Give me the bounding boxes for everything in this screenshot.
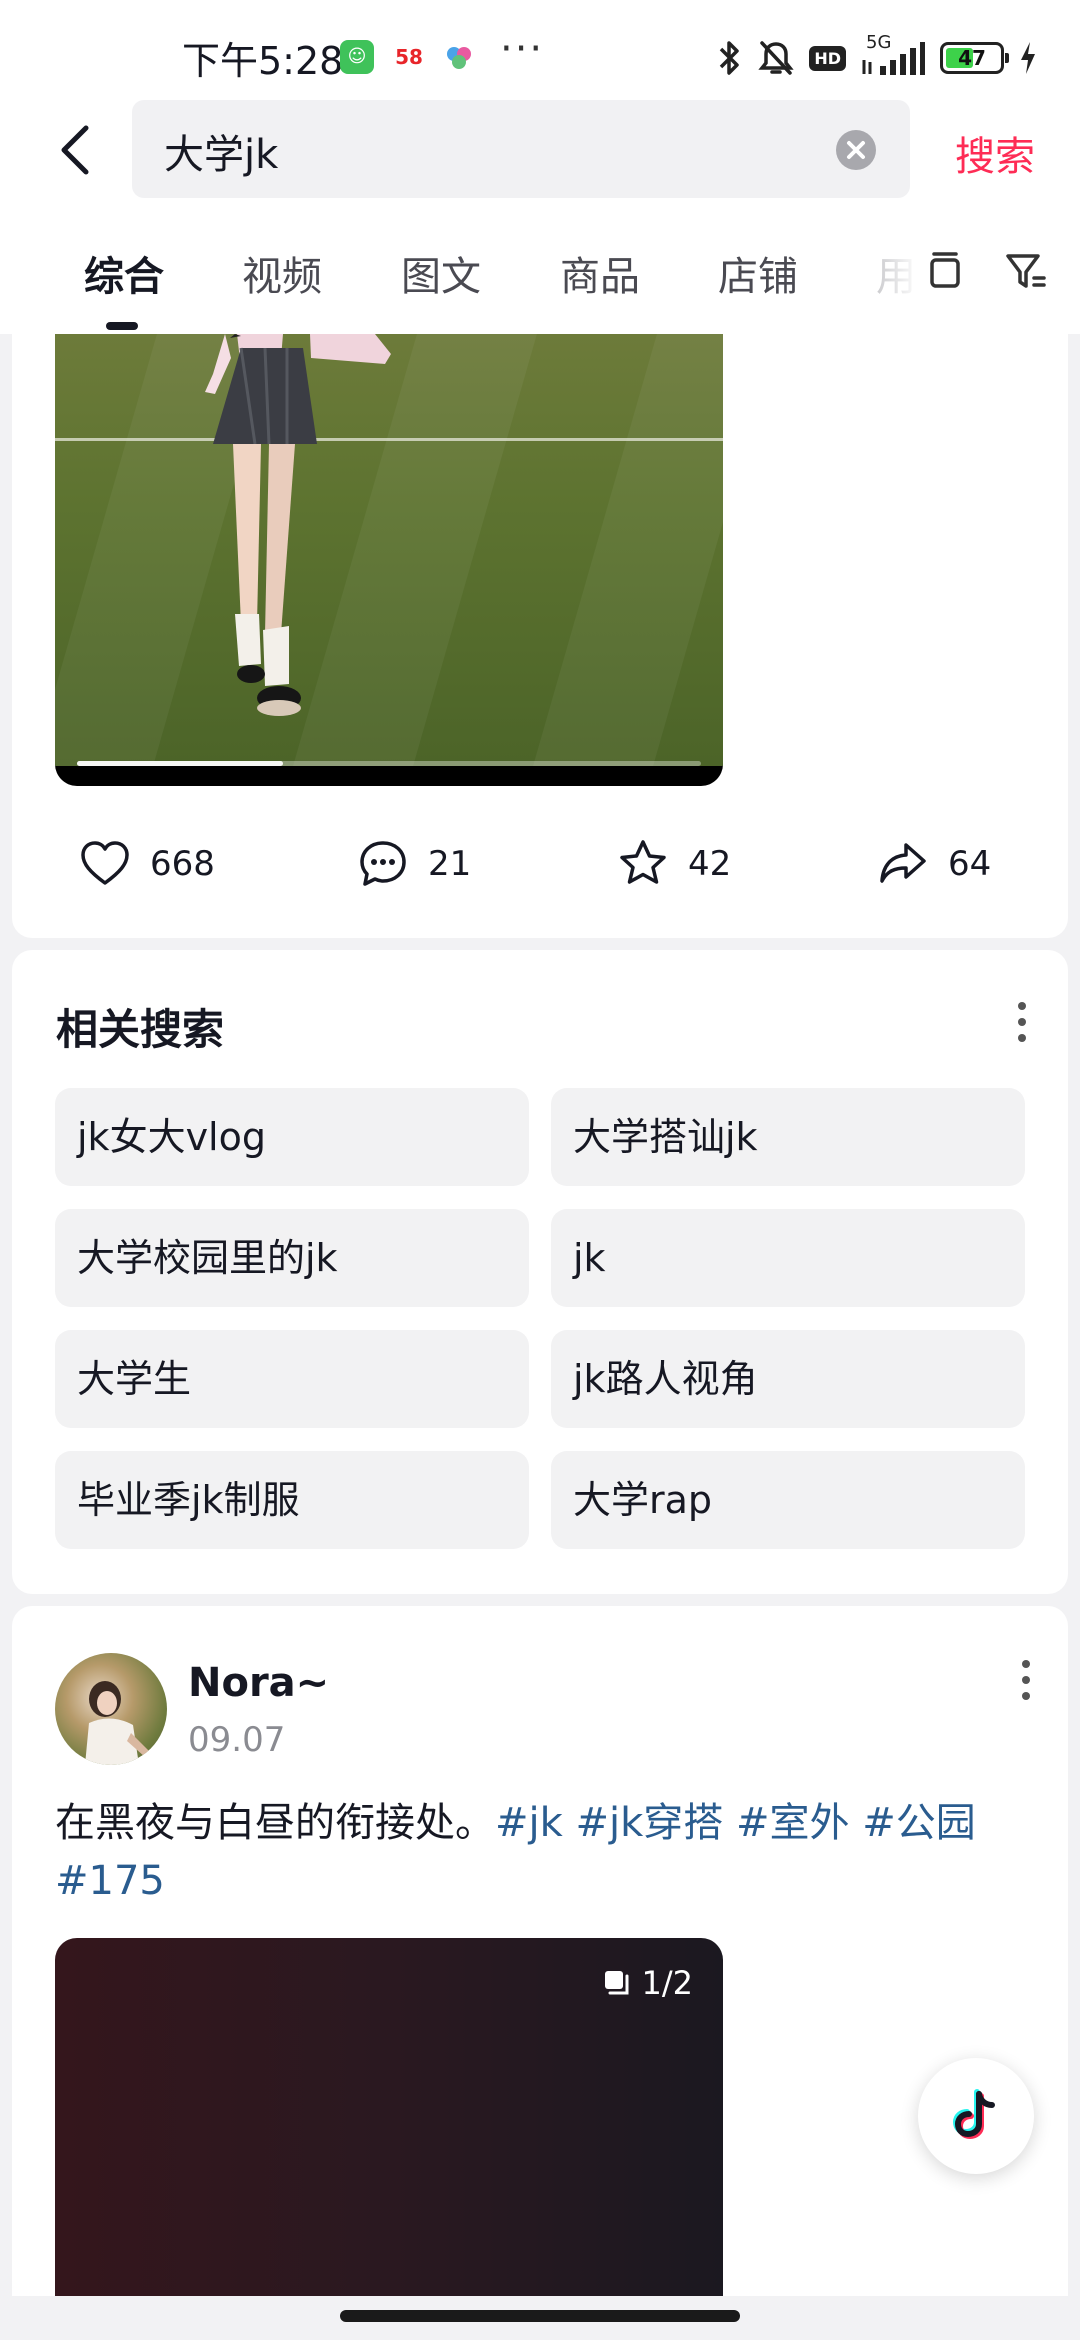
clear-search-button[interactable] [836,130,876,170]
active-tab-indicator [106,322,138,330]
filter-icon [1006,254,1046,288]
share-count: 64 [948,844,992,884]
app-58-icon: 58 [392,40,426,74]
image-count: 1/2 [641,1964,694,2002]
result-tabs: 综合 视频 图文 商品 店铺 用 [0,200,1080,334]
chevron-left-icon [61,125,89,175]
post-more-button[interactable] [1006,1650,1046,1710]
battery-icon: 47 [940,42,1009,74]
share-icon [880,843,926,883]
more-vertical-icon [1018,1002,1026,1042]
gallery-icon [604,1971,628,1995]
related-search-chip[interactable]: 大学校园里的jk [55,1209,529,1307]
heart-icon [81,841,129,885]
douyin-float-button[interactable] [918,2058,1034,2174]
bluetooth-icon [720,41,740,75]
hashtag[interactable]: #175 [55,1858,165,1904]
battery-percent: 47 [958,46,986,70]
related-searches-title: 相关搜索 [56,1005,225,1054]
status-indicators: HD 5G 47 [715,32,1038,80]
image-count-badge: 1/2 [602,1964,694,2002]
video-actions: 668 21 42 64 [12,824,1068,904]
more-notifications-icon: ··· [500,26,545,72]
post-image[interactable]: 1/2 [55,1938,723,2306]
mute-bell-icon [758,41,794,75]
related-more-button[interactable] [1002,992,1042,1052]
related-search-chip[interactable]: jk路人视角 [551,1330,1025,1428]
tab-video[interactable]: 视频 [242,244,322,302]
related-searches-card: 相关搜索 jk女大vlog 大学搭讪jk 大学校园里的jk jk 大学生 jk路… [12,950,1068,1594]
hashtag[interactable]: #jk穿搭 [576,1800,724,1846]
close-icon [847,141,865,159]
tab-image-text[interactable]: 图文 [401,244,481,302]
post-date: 09.07 [188,1720,286,1760]
tab-shops[interactable]: 店铺 [718,244,798,302]
share-button[interactable]: 64 [876,824,991,904]
tab-fade [860,230,920,310]
signal-icon: 5G [860,32,926,78]
avatar-image [85,1681,151,1765]
status-time: 下午5:28 [182,39,344,83]
video-thumbnail [55,334,723,766]
tab-products[interactable]: 商品 [560,244,640,302]
search-query: 大学jk [164,132,279,178]
hashtag[interactable]: #jk [495,1800,563,1846]
charging-icon [1021,42,1035,74]
tab-comprehensive[interactable]: 综合 [84,244,164,302]
related-search-chip[interactable]: 大学搭讪jk [551,1088,1025,1186]
douyin-logo-icon [952,2089,995,2140]
video-progress-fill [77,761,283,766]
status-bar: 下午5:28 ☺ 58 ··· HD 5G 47 [0,0,1080,100]
avatar[interactable] [55,1653,167,1765]
comment-icon [360,841,406,886]
more-vertical-icon [1022,1660,1030,1700]
author-name[interactable]: Nora~ [188,1660,329,1706]
star-icon [620,840,666,884]
related-search-chip[interactable]: 毕业季jk制服 [55,1451,529,1549]
post-card: Nora~ 09.07 在黑夜与白昼的衔接处。#jk #jk穿搭 #室外 #公园… [12,1606,1068,2306]
favorite-count: 42 [688,844,732,884]
comment-count: 21 [428,844,472,884]
hd-badge: HD [809,45,846,71]
related-search-chip[interactable]: 大学生 [55,1330,529,1428]
video-result-card: 668 21 42 64 [12,334,1068,938]
search-input[interactable]: 大学jk [132,100,910,198]
search-button[interactable]: 搜索 [955,124,1035,182]
hashtag[interactable]: #室外 [736,1800,850,1846]
hashtag[interactable]: #公园 [862,1800,976,1846]
home-indicator[interactable] [340,2310,740,2322]
post-caption: 在黑夜与白昼的衔接处。#jk #jk穿搭 #室外 #公园 #175 [55,1794,1035,1910]
wechat-app-icon: ☺ [340,40,374,74]
battery-tip [1005,53,1009,63]
favorite-button[interactable]: 42 [616,824,731,904]
cloud-app-icon [442,40,476,74]
related-search-chip[interactable]: jk女大vlog [55,1088,529,1186]
video-progress-bar[interactable] [77,761,701,766]
comment-button[interactable]: 21 [356,824,471,904]
post-text: 在黑夜与白昼的衔接处。 [55,1800,495,1846]
related-search-chip[interactable]: 大学rap [551,1451,1025,1549]
like-button[interactable]: 668 [78,824,215,904]
filter-button[interactable] [1000,246,1050,296]
person-figure [205,334,391,716]
search-header: 大学jk 搜索 [0,100,1080,200]
layout-toggle-button[interactable] [920,246,970,296]
related-search-chip[interactable]: jk [551,1209,1025,1307]
video-player[interactable] [55,334,723,786]
back-button[interactable] [50,120,106,180]
like-count: 668 [150,844,215,884]
layout-icon [930,252,960,288]
